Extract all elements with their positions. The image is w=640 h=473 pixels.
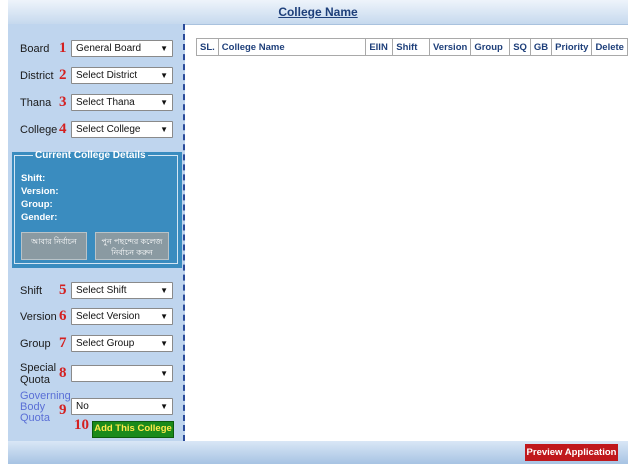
reselect-preferred-college-button[interactable]: পুন পছন্দের কলেজ নির্বাচন করুন (95, 232, 169, 260)
special-quota-row: Special Quota 8 ▼ (8, 359, 183, 389)
version-row: Version 6 Select Version ▼ (8, 307, 183, 331)
chevron-down-icon: ▼ (160, 312, 168, 321)
chevron-down-icon: ▼ (160, 44, 168, 53)
step-number: 6 (59, 308, 67, 324)
special-quota-select[interactable]: ▼ (71, 365, 173, 382)
table-header-row: SL. College Name EIIN Shift Version Grou… (196, 38, 628, 56)
group-select-value: Select Group (76, 338, 135, 349)
district-row: District 2 Select District ▼ (8, 66, 183, 90)
college-select[interactable]: Select College ▼ (71, 121, 173, 138)
header-bar: College Name (8, 0, 628, 25)
current-college-details-panel: Current College Details Shift: Version: … (12, 150, 182, 268)
college-row: College 4 Select College ▼ (8, 120, 183, 144)
details-gender: Gender: (21, 212, 58, 223)
group-label: Group (20, 338, 51, 350)
column-header: College Name (217, 38, 367, 56)
chevron-down-icon: ▼ (160, 71, 168, 80)
column-header: SQ (509, 38, 531, 56)
shift-label: Shift (20, 285, 43, 297)
chevron-down-icon: ▼ (160, 402, 168, 411)
step-number: 8 (59, 365, 67, 381)
version-label: Version (20, 311, 57, 323)
group-row: Group 7 Select Group ▼ (8, 334, 183, 358)
thana-select-value: Select Thana (76, 97, 135, 108)
group-select[interactable]: Select Group ▼ (71, 335, 173, 352)
board-select-value: General Board (76, 43, 142, 54)
governing-quota-select-value: No (76, 401, 89, 412)
step-number: 5 (59, 282, 67, 298)
chevron-down-icon: ▼ (160, 286, 168, 295)
governing-body-quota-row: Governing Body Quota 9 No ▼ (8, 388, 183, 424)
details-fieldset: Current College Details Shift: Version: … (14, 150, 178, 264)
shift-select-value: Select Shift (76, 285, 127, 296)
chevron-down-icon: ▼ (160, 125, 168, 134)
column-header: GB (529, 38, 553, 56)
details-shift: Shift: (21, 173, 46, 184)
board-select[interactable]: General Board ▼ (71, 40, 173, 57)
special-quota-label-line2: Quota (20, 374, 50, 386)
column-header: Shift (392, 38, 430, 56)
chevron-down-icon: ▼ (160, 369, 168, 378)
column-header: SL. (196, 38, 219, 56)
version-select[interactable]: Select Version ▼ (71, 308, 173, 325)
step-number: 4 (59, 121, 67, 137)
step-number: 1 (59, 40, 67, 56)
college-label: College (20, 124, 58, 136)
column-header: EIIN (365, 38, 394, 56)
step-number: 7 (59, 335, 67, 351)
college-select-value: Select College (76, 124, 141, 135)
page-title: College Name (278, 5, 358, 19)
shift-select[interactable]: Select Shift ▼ (71, 282, 173, 299)
selected-colleges-table: SL. College Name EIIN Shift Version Grou… (196, 38, 628, 56)
column-header: Group (470, 38, 511, 56)
column-header: Priority (551, 38, 593, 56)
thana-label: Thana (20, 97, 52, 109)
thana-row: Thana 3 Select Thana ▼ (8, 93, 183, 117)
add-college-button[interactable]: Add This College (92, 421, 174, 438)
board-row: Board 1 General Board ▼ (8, 39, 183, 63)
application-frame: College Name Board 1 General Board ▼ Dis… (8, 0, 628, 470)
chevron-down-icon: ▼ (160, 339, 168, 348)
district-select-value: Select District (76, 70, 138, 81)
step-number: 2 (59, 67, 67, 83)
board-label: Board (20, 43, 50, 55)
special-quota-label-line1: Special (20, 362, 57, 374)
reselect-button[interactable]: আবার নির্বাচন (21, 232, 87, 260)
preview-application-button[interactable]: Preview Application (525, 444, 618, 461)
governing-quota-label-line3: Quota (20, 412, 50, 424)
shift-row: Shift 5 Select Shift ▼ (8, 281, 183, 305)
college-selection-sidebar: Board 1 General Board ▼ District 2 Selec… (8, 24, 185, 441)
details-legend: Current College Details (35, 150, 146, 161)
thana-select[interactable]: Select Thana ▼ (71, 94, 173, 111)
details-group: Group: (21, 199, 53, 210)
step-number: 3 (59, 94, 67, 110)
chevron-down-icon: ▼ (160, 98, 168, 107)
step-number: 10 (74, 417, 89, 433)
version-select-value: Select Version (76, 311, 140, 322)
column-header: Delete (591, 38, 628, 56)
column-header: Version (428, 38, 472, 56)
footer-bar: Preview Application (8, 441, 628, 464)
governing-quota-select[interactable]: No ▼ (71, 398, 173, 415)
district-label: District (20, 70, 54, 82)
step-number: 9 (59, 402, 67, 418)
district-select[interactable]: Select District ▼ (71, 67, 173, 84)
details-version: Version: (21, 186, 59, 197)
